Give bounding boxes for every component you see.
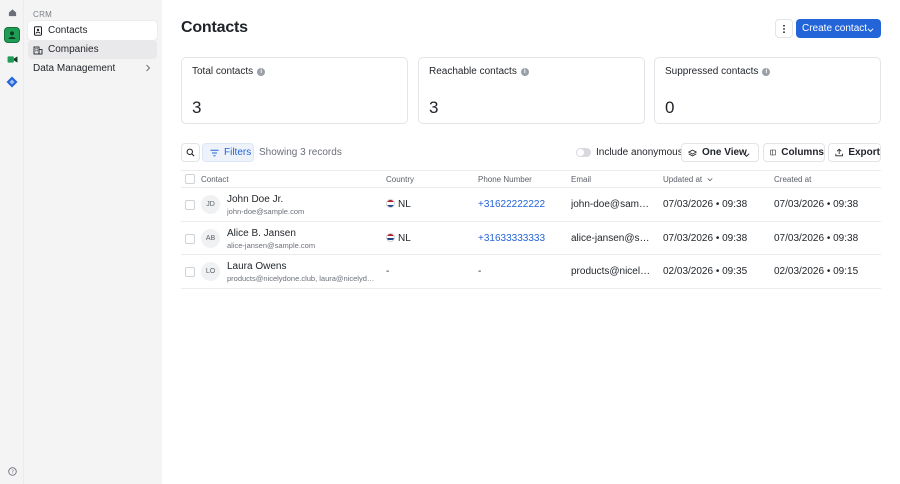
sidebar-item-companies[interactable]: Companies	[28, 40, 157, 59]
records-count: Showing 3 records	[259, 147, 342, 158]
contact-name[interactable]: John Doe Jr.	[227, 194, 283, 205]
export-button[interactable]: Export	[828, 143, 881, 162]
phone-link[interactable]: +31633333333	[478, 233, 545, 244]
table-header: Contact Country Phone Number Email Updat…	[181, 170, 881, 188]
contact-name[interactable]: Alice B. Jansen	[227, 228, 296, 239]
svg-text:?: ?	[11, 469, 14, 475]
stat-label: Suppressed contacts	[665, 66, 759, 77]
avatar: JD	[201, 195, 220, 214]
updated-at-cell: 07/03/2026 • 09:38	[663, 199, 748, 210]
column-header-updated-label: Updated at	[663, 175, 703, 184]
column-header-contact[interactable]: Contact	[201, 175, 229, 184]
chevron-down-icon	[743, 150, 750, 161]
search-button[interactable]	[181, 143, 200, 162]
avatar: LO	[201, 262, 220, 281]
sidebar-item-contacts[interactable]: Contacts	[28, 21, 157, 40]
sort-desc-icon	[707, 178, 713, 182]
help-icon[interactable]: ?	[4, 463, 20, 479]
include-anonymous-label: Include anonymous	[596, 147, 683, 158]
create-contact-label: Create contact	[802, 23, 868, 34]
country-code: NL	[398, 232, 411, 244]
stat-label: Reachable contacts	[429, 66, 517, 77]
view-label: One View	[702, 147, 747, 158]
contact-email-sub: alice-jansen@sample.com	[227, 240, 316, 250]
contact-email-sub: products@nicelydone.club, laura@nicelydo…	[227, 274, 377, 283]
sidebar-item-label: Contacts	[48, 25, 88, 36]
stat-card-total: Total contacts i 3	[181, 57, 408, 124]
filter-icon	[210, 149, 219, 156]
stat-value: 0	[665, 98, 675, 117]
netherlands-flag-icon	[386, 199, 395, 208]
phone-link[interactable]: +31622222222	[478, 199, 545, 210]
export-label: Export	[848, 147, 880, 158]
home-icon[interactable]	[4, 4, 20, 20]
sidebar-item-label: Data Management	[33, 63, 116, 74]
row-checkbox[interactable]	[185, 267, 195, 277]
columns-button[interactable]: Columns	[763, 143, 825, 162]
country-cell: NL	[386, 232, 411, 244]
select-all-checkbox[interactable]	[185, 174, 195, 184]
contact-card-icon	[33, 25, 43, 36]
columns-label: Columns	[781, 147, 824, 158]
stat-value: 3	[192, 98, 202, 117]
campaign-icon[interactable]	[4, 51, 20, 67]
icon-rail: ?	[0, 0, 24, 484]
info-icon[interactable]: i	[520, 67, 529, 76]
contacts-table: Contact Country Phone Number Email Updat…	[181, 170, 881, 289]
create-contact-button[interactable]: Create contact	[796, 19, 881, 38]
country-cell: -	[386, 266, 390, 277]
filters-label: Filters	[224, 147, 252, 158]
sidebar-section-label: CRM	[33, 10, 53, 19]
table-row[interactable]: JD John Doe Jr. john-doe@sample.com NL +…	[181, 188, 881, 222]
sidebar-item-label: Companies	[48, 44, 99, 55]
columns-icon	[770, 149, 777, 156]
stat-value: 3	[429, 98, 439, 117]
include-anonymous-toggle[interactable]	[576, 148, 591, 157]
created-at-cell: 07/03/2026 • 09:38	[774, 199, 859, 210]
info-icon[interactable]: i	[257, 67, 266, 76]
country-code: NL	[398, 199, 411, 210]
email-cell: products@nicelydone.club	[571, 266, 653, 277]
column-header-email[interactable]: Email	[571, 175, 591, 184]
created-at-cell: 02/03/2026 • 09:15	[774, 266, 859, 277]
column-header-country[interactable]: Country	[386, 175, 414, 184]
info-icon[interactable]: i	[762, 67, 771, 76]
search-icon	[186, 148, 195, 157]
sidebar-item-data-management[interactable]: Data Management	[28, 59, 157, 78]
contact-name[interactable]: Laura Owens	[227, 261, 286, 272]
chevron-right-icon	[145, 64, 151, 75]
stat-label: Total contacts	[192, 66, 254, 77]
contacts-app-icon[interactable]	[4, 27, 20, 43]
column-header-created[interactable]: Created at	[774, 175, 811, 184]
table-row[interactable]: AB Alice B. Jansen alice-jansen@sample.c…	[181, 222, 881, 255]
updated-at-cell: 02/03/2026 • 09:35	[663, 266, 748, 277]
more-options-button[interactable]	[775, 19, 793, 38]
layers-icon	[688, 149, 697, 156]
chevron-down-icon[interactable]	[867, 25, 874, 36]
created-at-cell: 07/03/2026 • 09:38	[774, 232, 859, 244]
building-icon	[33, 45, 43, 55]
avatar: AB	[201, 228, 220, 248]
contact-email-sub: john-doe@sample.com	[227, 207, 305, 216]
stat-card-suppressed: Suppressed contacts i 0	[654, 57, 881, 124]
email-cell: alice-jansen@sample.com	[571, 232, 653, 244]
updated-at-cell: 07/03/2026 • 09:38	[663, 232, 748, 244]
column-header-updated[interactable]: Updated at	[663, 175, 713, 184]
upload-icon	[835, 148, 843, 157]
row-checkbox[interactable]	[185, 233, 195, 244]
view-selector-button[interactable]: One View	[681, 143, 759, 162]
email-cell: john-doe@sample.com	[571, 199, 653, 210]
row-checkbox[interactable]	[185, 200, 195, 210]
phone-cell: -	[478, 266, 482, 277]
sync-icon[interactable]	[4, 74, 20, 90]
kebab-icon	[783, 24, 785, 33]
column-header-phone[interactable]: Phone Number	[478, 175, 532, 184]
filters-button[interactable]: Filters	[202, 143, 254, 162]
stat-card-reachable: Reachable contacts i 3	[418, 57, 645, 124]
netherlands-flag-icon	[386, 232, 395, 242]
table-row[interactable]: LO Laura Owens products@nicelydone.club,…	[181, 255, 881, 289]
country-cell: NL	[386, 199, 411, 210]
page-title: Contacts	[181, 19, 248, 36]
sidebar: CRM Contacts Companies Data Management	[24, 0, 162, 484]
